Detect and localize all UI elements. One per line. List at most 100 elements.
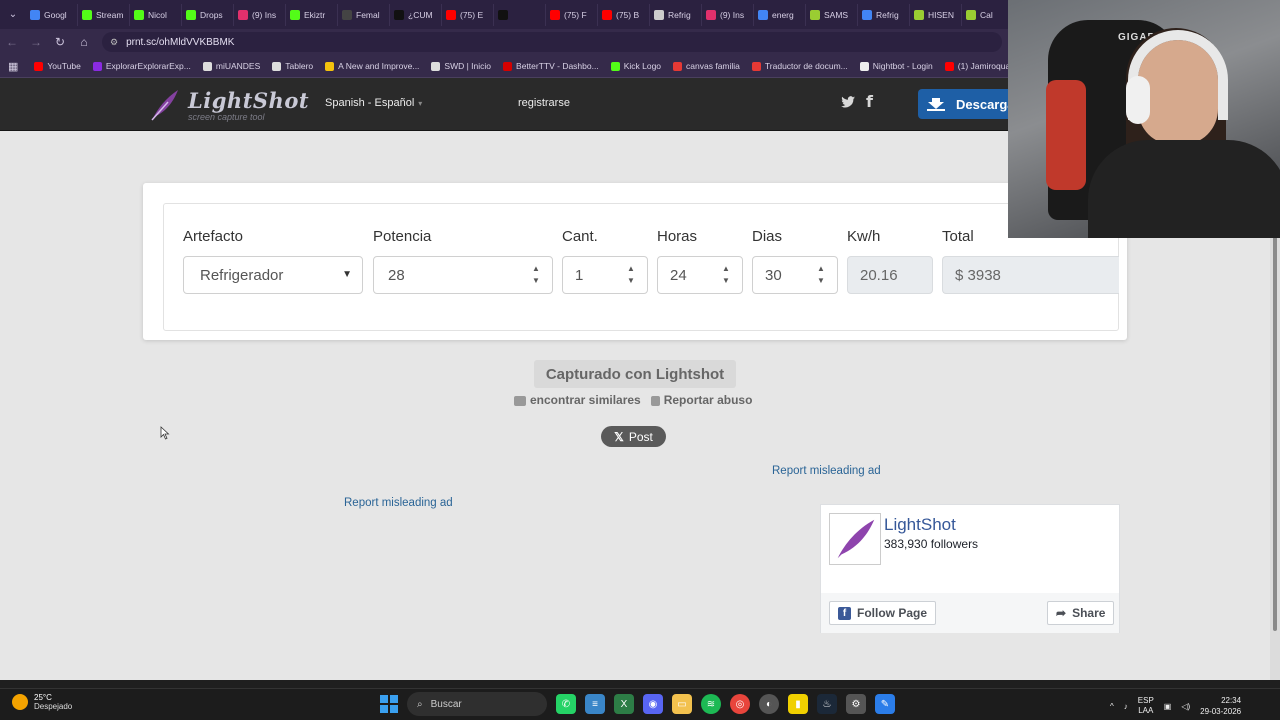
url-bar[interactable]: ⚙ prnt.sc/ohMldVVKBBMK xyxy=(102,32,1002,52)
discord-icon[interactable]: ◉ xyxy=(643,694,663,714)
bookmark-item[interactable]: YouTube xyxy=(34,61,81,71)
reload-icon[interactable]: ↻ xyxy=(48,30,72,54)
clock-date: 29-03-2026 xyxy=(1200,707,1242,716)
browser-tab[interactable]: (75) F xyxy=(546,3,598,26)
apps-grid-icon[interactable]: ▦ xyxy=(8,60,18,73)
excel-icon[interactable]: X xyxy=(614,694,634,714)
kwh-output: 20.16 xyxy=(847,256,933,294)
bookmark-favicon-icon xyxy=(751,61,761,71)
tab-search-chevron-icon[interactable]: ⌄ xyxy=(0,0,26,29)
report-ad-link[interactable]: Report misleading ad xyxy=(772,465,881,477)
spinner-icon[interactable]: ▲ ▼ xyxy=(627,265,637,285)
bookmark-item[interactable]: canvas familia xyxy=(673,61,740,71)
potencia-input[interactable]: 28 ▲ ▼ xyxy=(373,256,553,294)
spinner-icon[interactable]: ▲ ▼ xyxy=(722,265,732,285)
x-post-button[interactable]: 𝕏 Post xyxy=(601,426,666,447)
browser-tab[interactable]: (9) Ins xyxy=(234,3,286,26)
browser-tab[interactable]: Refrig xyxy=(858,3,910,26)
taskbar-search[interactable]: ⌕ Buscar xyxy=(407,692,547,716)
page-avatar[interactable] xyxy=(829,513,881,565)
snipping-tool-icon[interactable]: ✎ xyxy=(875,694,895,714)
tab-favicon-icon xyxy=(238,9,248,20)
browser-tab[interactable]: Femal xyxy=(338,3,390,26)
browser-tab[interactable]: HISEN xyxy=(910,3,962,26)
tab-label: Refrig xyxy=(876,9,899,20)
browser-tab[interactable]: (9) Ins xyxy=(702,3,754,26)
tab-label: (9) Ins xyxy=(720,9,745,20)
weather-widget[interactable]: 25°C Despejado xyxy=(12,693,72,711)
bookmark-item[interactable]: A New and Improve... xyxy=(325,61,419,71)
tab-favicon-icon xyxy=(82,9,92,20)
bookmark-item[interactable]: BetterTTV - Dashbo... xyxy=(503,61,599,71)
network-icon[interactable]: ▣ xyxy=(1164,702,1172,711)
cant-input[interactable]: 1 ▲ ▼ xyxy=(562,256,648,294)
scrollbar-thumb[interactable] xyxy=(1273,231,1277,631)
chrome-icon[interactable]: ◎ xyxy=(730,694,750,714)
spinner-icon[interactable]: ▲ ▼ xyxy=(532,265,542,285)
report-ad-link[interactable]: Report misleading ad xyxy=(344,497,453,509)
browser-tab[interactable]: Stream xyxy=(78,3,130,26)
bookmark-item[interactable]: Tablero xyxy=(272,61,313,71)
whatsapp-icon[interactable]: ✆ xyxy=(556,694,576,714)
browser-tab[interactable]: (75) E xyxy=(442,3,494,26)
browser-tab[interactable]: Googl xyxy=(26,3,78,26)
lightshot-logo[interactable]: LightShot screen capture tool xyxy=(148,86,309,126)
captured-with-badge: Capturado con Lightshot xyxy=(534,360,736,388)
bookmark-favicon-icon xyxy=(272,61,282,71)
browser-tab[interactable]: ¿CUM xyxy=(390,3,442,26)
tab-favicon-icon xyxy=(862,9,872,20)
microphone-icon[interactable]: ♪ xyxy=(1124,702,1128,711)
language-indicator[interactable]: ESP LAA xyxy=(1138,696,1154,716)
report-abuse-link[interactable]: Reportar abuso xyxy=(650,393,752,407)
windows-start-icon[interactable] xyxy=(380,695,398,713)
steam-icon[interactable]: ♨ xyxy=(817,694,837,714)
twitter-icon[interactable] xyxy=(840,94,856,110)
clock[interactable]: 22:34 29-03-2026 xyxy=(1200,695,1241,717)
bookmark-item[interactable]: miUANDES xyxy=(202,61,260,71)
widget-actions: f Follow Page ➦ Share xyxy=(821,593,1119,633)
find-similar-link[interactable]: encontrar similares xyxy=(514,393,641,407)
spotify-icon[interactable]: ≋ xyxy=(701,694,721,714)
dias-input[interactable]: 30 ▲ ▼ xyxy=(752,256,838,294)
page-name-link[interactable]: LightShot xyxy=(884,515,956,535)
browser-tab[interactable]: (75) B xyxy=(598,3,650,26)
bookmark-label: Nightbot - Login xyxy=(872,61,933,71)
facebook-icon[interactable]: f xyxy=(866,92,873,111)
register-link[interactable]: registrarse xyxy=(518,97,570,109)
file-explorer-icon[interactable]: ▭ xyxy=(672,694,692,714)
browser-tab[interactable]: Cal xyxy=(962,3,1014,26)
follow-page-button[interactable]: f Follow Page xyxy=(829,601,937,625)
home-icon[interactable]: ⌂ xyxy=(72,30,96,54)
browser-tab[interactable]: energ xyxy=(754,3,806,26)
volume-icon[interactable]: ◁) xyxy=(1181,702,1190,711)
browser-tab[interactable]: SAMS xyxy=(806,3,858,26)
chevron-up-icon[interactable]: ^ xyxy=(1110,702,1114,711)
settings-gear-icon[interactable]: ⚙ xyxy=(846,694,866,714)
bookmark-item[interactable]: ExplorarExplorarExp... xyxy=(92,61,191,71)
notepad-icon[interactable]: ≡ xyxy=(585,694,605,714)
share-button[interactable]: ➦ Share xyxy=(1047,601,1115,625)
horas-input[interactable]: 24 ▲ ▼ xyxy=(657,256,743,294)
browser-tab[interactable] xyxy=(494,3,546,26)
artefacto-select[interactable]: Refrigerador ▼ xyxy=(183,256,363,294)
language-selector[interactable]: Spanish - Español ▾ xyxy=(325,97,422,109)
obs-icon[interactable]: ◐ xyxy=(759,694,779,714)
bookmark-item[interactable]: Nightbot - Login xyxy=(859,61,933,71)
tab-label: (75) E xyxy=(460,9,484,20)
bookmark-item[interactable]: Kick Logo xyxy=(610,61,661,71)
forward-icon[interactable]: → xyxy=(24,30,48,54)
browser-tab[interactable]: Drops xyxy=(182,3,234,26)
sticky-notes-icon[interactable]: ▮ xyxy=(788,694,808,714)
spinner-icon[interactable]: ▲ ▼ xyxy=(817,265,827,285)
site-info-icon[interactable]: ⚙ xyxy=(110,37,118,48)
back-icon[interactable]: ← xyxy=(0,30,24,54)
browser-tab[interactable]: Refrig xyxy=(650,3,702,26)
tab-favicon-icon xyxy=(602,9,612,20)
tab-favicon-icon xyxy=(966,9,976,20)
browser-tab[interactable]: Nicol xyxy=(130,3,182,26)
bookmark-label: A New and Improve... xyxy=(338,61,420,71)
browser-tab[interactable]: Ekiztr xyxy=(286,3,338,26)
bookmark-item[interactable]: SWD | Inicio xyxy=(431,61,491,71)
bookmark-item[interactable]: Traductor de docum... xyxy=(751,61,848,71)
tab-favicon-icon xyxy=(706,9,716,20)
